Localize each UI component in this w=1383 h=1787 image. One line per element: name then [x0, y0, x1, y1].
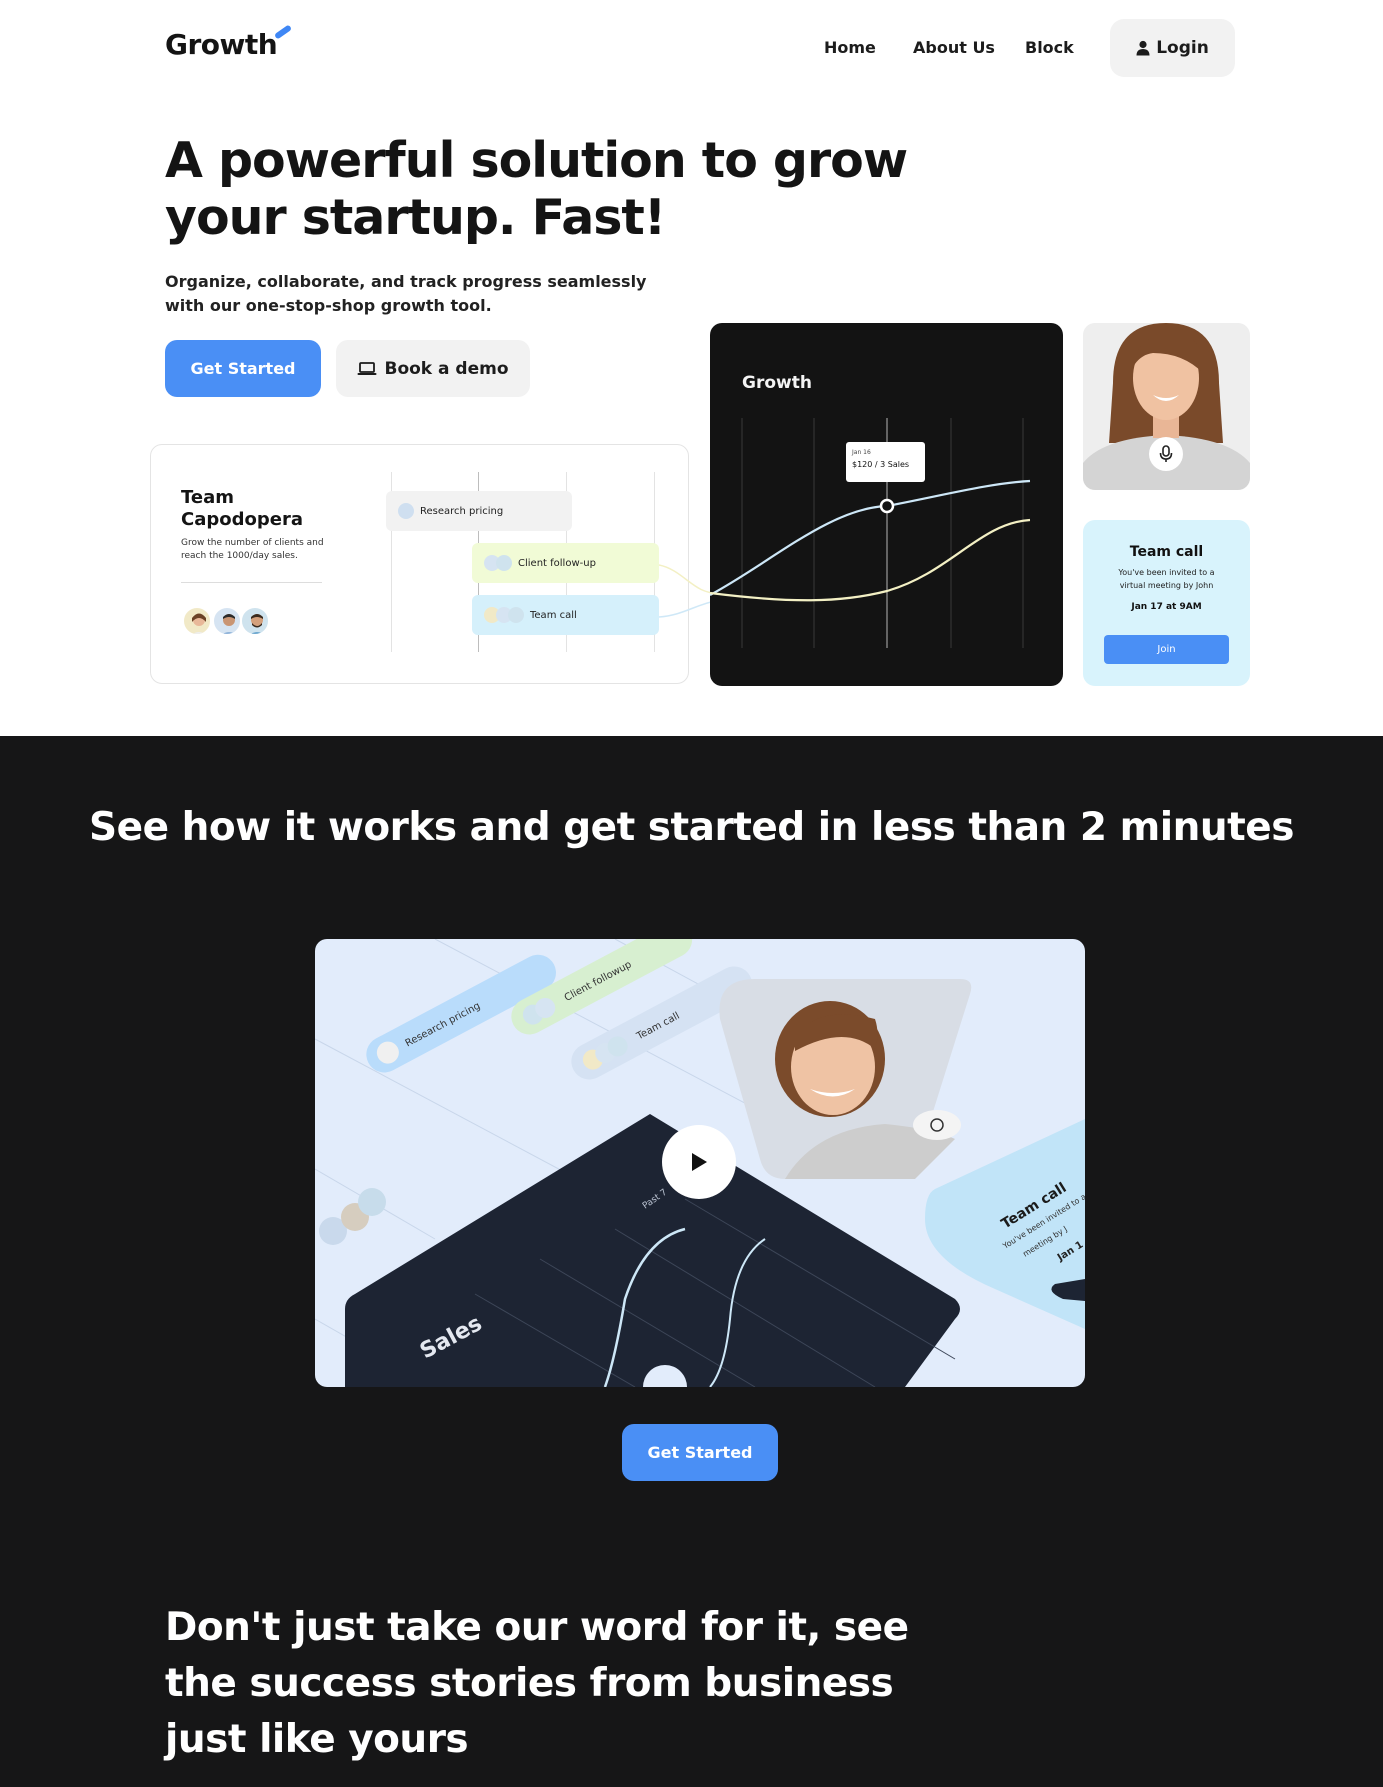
avatar: [398, 503, 414, 519]
avatar: [496, 555, 512, 571]
chart-line-yellow: [710, 518, 1031, 602]
call-description: You've been invited to a virtual meeting…: [1118, 568, 1215, 590]
join-button[interactable]: Join: [1104, 635, 1229, 664]
get-started-button-secondary[interactable]: Get Started: [622, 1424, 778, 1481]
avatar: [182, 606, 212, 636]
user-icon: [1136, 40, 1150, 56]
task-client-follow-up[interactable]: Client follow-up: [472, 543, 659, 583]
video-portrait: [719, 979, 972, 1179]
microphone-icon: [1159, 445, 1173, 462]
avatar: [212, 606, 242, 636]
get-started-button[interactable]: Get Started: [165, 340, 321, 397]
nav-about-link[interactable]: About Us: [913, 38, 995, 57]
nav-block-link[interactable]: Block: [1025, 38, 1074, 57]
play-button[interactable]: [662, 1125, 736, 1199]
task-team-call[interactable]: Team call: [472, 595, 659, 635]
avatar: [508, 607, 524, 623]
tooltip-date: Jan 16: [852, 449, 871, 456]
call-time: Jan 17 at 9AM: [1131, 602, 1202, 612]
task-label: Team call: [530, 609, 577, 621]
play-icon: [692, 1153, 707, 1171]
team-title: Team Capodopera: [181, 487, 303, 530]
growth-chart: [710, 418, 1031, 648]
mic-button[interactable]: [1149, 437, 1183, 471]
hero-subtitle: Organize, collaborate, and track progres…: [165, 272, 647, 315]
task-label: Client follow-up: [518, 557, 596, 569]
call-title: Team call: [1129, 544, 1204, 560]
laptop-icon: [357, 361, 377, 375]
logo-mark: [273, 24, 293, 40]
task-research-pricing[interactable]: Research pricing: [386, 491, 572, 531]
tooltip-value: $120 / 3 Sales: [852, 460, 910, 469]
testimonials-title: Don't just take our word for it, see the…: [165, 1605, 909, 1762]
login-label: Login: [1156, 38, 1209, 58]
task-label: Research pricing: [420, 505, 504, 517]
book-demo-button[interactable]: Book a demo: [336, 340, 530, 397]
login-button[interactable]: Login: [1110, 19, 1235, 77]
nav-home-link[interactable]: Home: [824, 38, 876, 57]
chart-tooltip: Jan 16 $120 / 3 Sales: [846, 442, 925, 482]
book-demo-label: Book a demo: [384, 358, 509, 379]
team-divider: [181, 582, 322, 583]
logo[interactable]: Growth: [165, 28, 278, 61]
avatar: [240, 606, 270, 636]
chart-point: [879, 498, 895, 514]
growth-chart-card: Growth Jan 16 $120 / 3 Sales: [710, 323, 1063, 686]
hero-title: A powerful solution to grow your startup…: [165, 132, 908, 246]
team-description: Grow the number of clients and reach the…: [181, 538, 324, 561]
how-it-works-title: See how it works and get started in less…: [89, 805, 1294, 850]
team-call-card: Team call You've been invited to a virtu…: [1083, 520, 1250, 686]
